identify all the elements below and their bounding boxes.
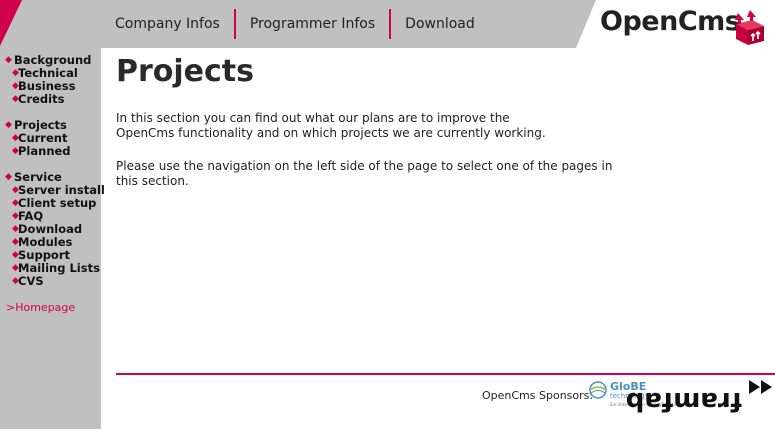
sidebar-item-faq[interactable]: ◆ FAQ bbox=[5, 208, 105, 223]
sidebar-item-support[interactable]: ◆ Support bbox=[5, 247, 105, 262]
sidebar-item-label: Business bbox=[18, 78, 76, 93]
sidebar-item-label: Technical bbox=[18, 65, 78, 80]
sidebar-item-label: Planned bbox=[18, 143, 71, 158]
sidebar-item-label: Current bbox=[18, 130, 68, 145]
sidebar-item-business[interactable]: ◆ Business bbox=[5, 78, 91, 93]
nav-company-infos[interactable]: Company Infos bbox=[101, 9, 234, 39]
sidebar-item-cvs[interactable]: ◆ CVS bbox=[5, 273, 105, 288]
sidebar-item-mailing-lists[interactable]: ◆ Mailing Lists bbox=[5, 260, 105, 275]
sidebar-item-label: Download bbox=[18, 221, 83, 236]
sidebar-item-label: Support bbox=[18, 247, 71, 262]
sidebar-item-background[interactable]: ◆ Background bbox=[5, 52, 92, 67]
page-title: Projects bbox=[116, 54, 255, 89]
sidebar-item-label: FAQ bbox=[18, 208, 44, 223]
homepage-link[interactable]: >Homepage bbox=[6, 301, 75, 314]
left-sidebar: ◆ Background ◆ Technical ◆ Business ◆ Credit… bbox=[0, 48, 105, 429]
top-navigation: Company Infos Programmer Infos Download bbox=[101, 9, 489, 39]
framfab-logo[interactable]: framfab bbox=[626, 378, 774, 416]
sidebar-item-credits[interactable]: ◆ Credits bbox=[5, 91, 91, 106]
sidebar-item-label: Credits bbox=[18, 91, 65, 106]
sidebar-item-service[interactable]: ◆ Service bbox=[5, 169, 105, 184]
sidebar-item-projects[interactable]: ◆ Projects bbox=[5, 117, 71, 132]
sidebar-item-label: Service bbox=[14, 169, 62, 184]
sidebar-item-technical[interactable]: ◆ Technical bbox=[5, 65, 91, 80]
bullet-icon: ◆ bbox=[5, 171, 12, 182]
footer-divider bbox=[116, 373, 775, 375]
sidebar-item-client-setup[interactable]: ◆ Client setup bbox=[5, 195, 105, 210]
corner-accent bbox=[0, 0, 22, 46]
sidebar-item-label: CVS bbox=[18, 273, 44, 288]
sidebar-group-projects: ◆ Projects ◆ Current ◆ Planned bbox=[5, 117, 71, 158]
sidebar-item-label: Mailing Lists bbox=[18, 260, 100, 275]
sidebar-item-label: Server install bbox=[18, 182, 105, 197]
globe-icon bbox=[589, 381, 607, 399]
sidebar-item-label: Modules bbox=[18, 234, 73, 249]
sponsor-framfab-name: framfab bbox=[625, 386, 742, 416]
sidebar-item-current[interactable]: ◆ Current bbox=[5, 130, 71, 145]
fast-forward-icon bbox=[749, 380, 772, 394]
sidebar-item-server-install[interactable]: ◆ Server install bbox=[5, 182, 105, 197]
sidebar-group-background: ◆ Background ◆ Technical ◆ Business ◆ Credit… bbox=[5, 52, 92, 106]
sidebar-group-service: ◆ Service ◆ Server install ◆ Client setup ◆… bbox=[5, 169, 105, 288]
bullet-icon: ◆ bbox=[5, 54, 12, 65]
sidebar-item-planned[interactable]: ◆ Planned bbox=[5, 143, 71, 158]
sidebar-item-label: Client setup bbox=[18, 195, 97, 210]
opencms-logo-text: OpenCms bbox=[600, 6, 741, 37]
bullet-icon: ◆ bbox=[5, 119, 12, 130]
intro-paragraph: In this section you can find out what ou… bbox=[116, 111, 546, 140]
sidebar-item-label: Background bbox=[14, 52, 92, 67]
sidebar-item-label: Projects bbox=[14, 117, 67, 132]
logo-area[interactable]: OpenCms bbox=[576, 0, 775, 48]
instruction-paragraph: Please use the navigation on the left si… bbox=[116, 159, 613, 188]
sidebar-item-modules[interactable]: ◆ Modules bbox=[5, 234, 105, 249]
opencms-box-icon bbox=[735, 10, 764, 45]
sponsors-label: OpenCms Sponsors: bbox=[482, 389, 594, 402]
nav-programmer-infos[interactable]: Programmer Infos bbox=[236, 9, 389, 39]
sidebar-item-download[interactable]: ◆ Download bbox=[5, 221, 105, 236]
nav-download[interactable]: Download bbox=[391, 9, 489, 39]
